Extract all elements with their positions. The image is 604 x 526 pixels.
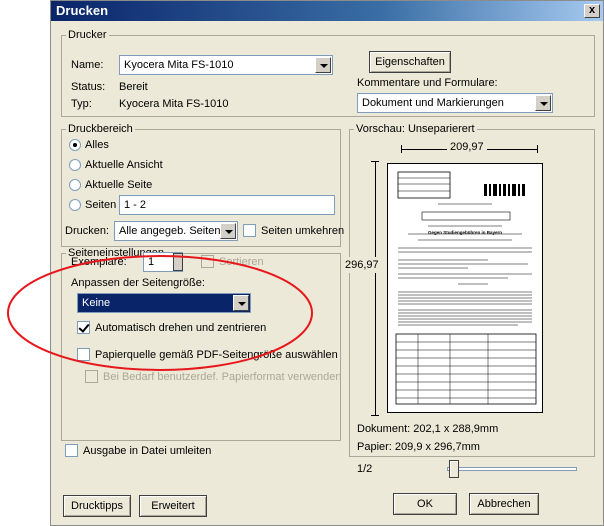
annotation-ellipse xyxy=(7,255,313,371)
annotation-overlay xyxy=(7,255,313,371)
